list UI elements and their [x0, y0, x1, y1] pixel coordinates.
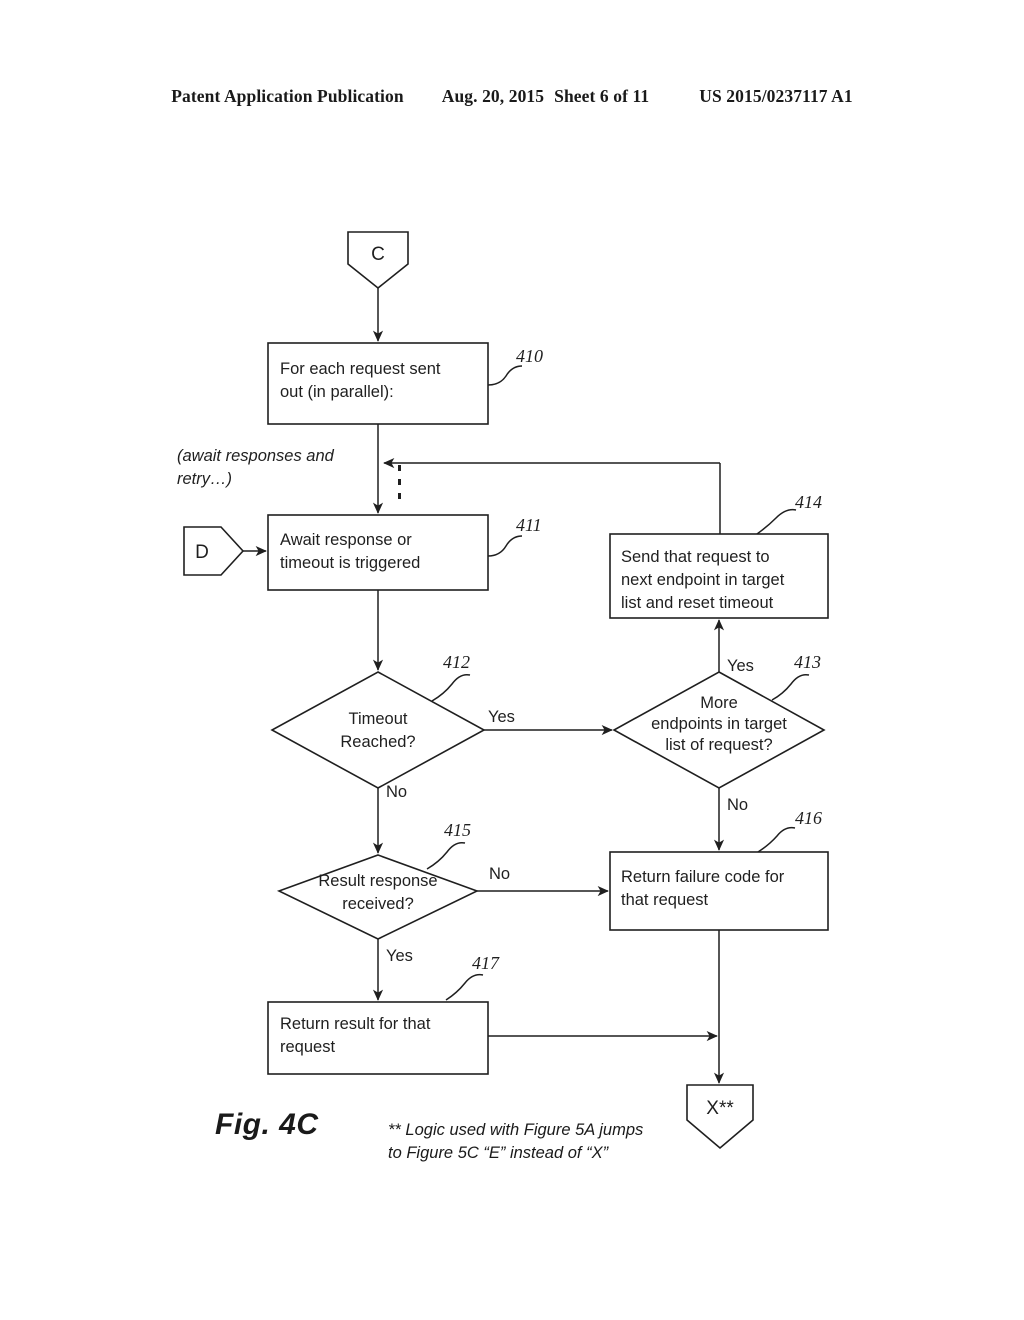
- node-415-line-0: Result response: [318, 872, 437, 890]
- node-414-line-0: Send that request to: [621, 548, 770, 566]
- ref-416: 416: [757, 808, 822, 853]
- figure-caption: Fig. 4C: [215, 1108, 319, 1141]
- node-415-line-1: received?: [342, 895, 414, 913]
- connector-c-label: C: [371, 244, 385, 265]
- node-411-line-0: Await response or: [280, 531, 412, 549]
- branch-label-timeout-yes: Yes: [488, 708, 515, 726]
- node-417: Return result for that request: [267, 1001, 489, 1075]
- figure-footnote-line-0: ** Logic used with Figure 5A jumps: [388, 1121, 644, 1139]
- node-412-line-1: Reached?: [340, 733, 415, 751]
- branch-label-more-endpoints-no: No: [727, 796, 748, 814]
- ref-414: 414: [756, 492, 822, 535]
- ref-413-label: 413: [794, 652, 821, 672]
- connector-c: C: [347, 231, 409, 290]
- node-414-line-1: next endpoint in target: [621, 571, 785, 589]
- node-417-line-0: Return result for that: [280, 1015, 431, 1033]
- connector-d-label: D: [195, 542, 209, 563]
- node-410-line-1: out (in parallel):: [280, 383, 394, 401]
- ref-416-label: 416: [795, 808, 822, 828]
- ref-410: 410: [487, 346, 543, 386]
- node-413-line-0: More: [700, 694, 738, 712]
- connector-d: D: [183, 526, 245, 576]
- node-411-line-1: timeout is triggered: [280, 554, 420, 572]
- aside-note-line-0: (await responses and: [177, 447, 335, 465]
- node-413: More endpoints in target list of request…: [612, 671, 826, 789]
- node-413-line-2: list of request?: [665, 736, 772, 754]
- node-413-line-1: endpoints in target: [651, 715, 787, 733]
- aside-note: (await responses and retry…): [177, 447, 335, 488]
- branch-label-timeout-no: No: [386, 783, 407, 801]
- aside-note-line-1: retry…): [177, 470, 232, 488]
- connector-x: X**: [686, 1084, 754, 1150]
- figure-footnote-line-1: to Figure 5C “E” instead of “X”: [388, 1144, 609, 1162]
- ref-417: 417: [445, 953, 500, 1001]
- node-414: Send that request to next endpoint in ta…: [609, 533, 829, 619]
- figure-footnote: ** Logic used with Figure 5A jumps to Fi…: [388, 1119, 688, 1165]
- vertical-ellipsis: [398, 465, 401, 499]
- node-412-line-0: Timeout: [349, 710, 408, 728]
- ref-415-label: 415: [444, 820, 471, 840]
- node-414-line-2: list and reset timeout: [621, 594, 774, 612]
- ref-411: 411: [487, 515, 542, 557]
- node-410-line-0: For each request sent: [280, 360, 441, 378]
- node-412: Timeout Reached?: [270, 671, 486, 789]
- ref-417-label: 417: [472, 953, 500, 973]
- node-416-line-1: that request: [621, 891, 709, 909]
- ref-410-label: 410: [516, 346, 543, 366]
- branch-label-result-yes: Yes: [386, 947, 413, 965]
- ref-414-label: 414: [795, 492, 822, 512]
- ref-412-label: 412: [443, 652, 470, 672]
- node-411: Await response or timeout is triggered: [267, 514, 489, 591]
- node-417-line-1: request: [280, 1038, 335, 1056]
- node-410: For each request sent out (in parallel):: [267, 342, 489, 425]
- connector-x-label: X**: [706, 1098, 734, 1119]
- ref-411-label: 411: [516, 515, 542, 535]
- node-416: Return failure code for that request: [609, 851, 829, 931]
- branch-label-more-endpoints-yes: Yes: [727, 657, 754, 675]
- node-416-line-0: Return failure code for: [621, 868, 785, 886]
- ref-413: 413: [771, 652, 821, 701]
- branch-label-result-no: No: [489, 865, 510, 883]
- ref-415: 415: [426, 820, 471, 870]
- node-415: Result response received?: [276, 854, 480, 940]
- ref-412: 412: [431, 652, 471, 702]
